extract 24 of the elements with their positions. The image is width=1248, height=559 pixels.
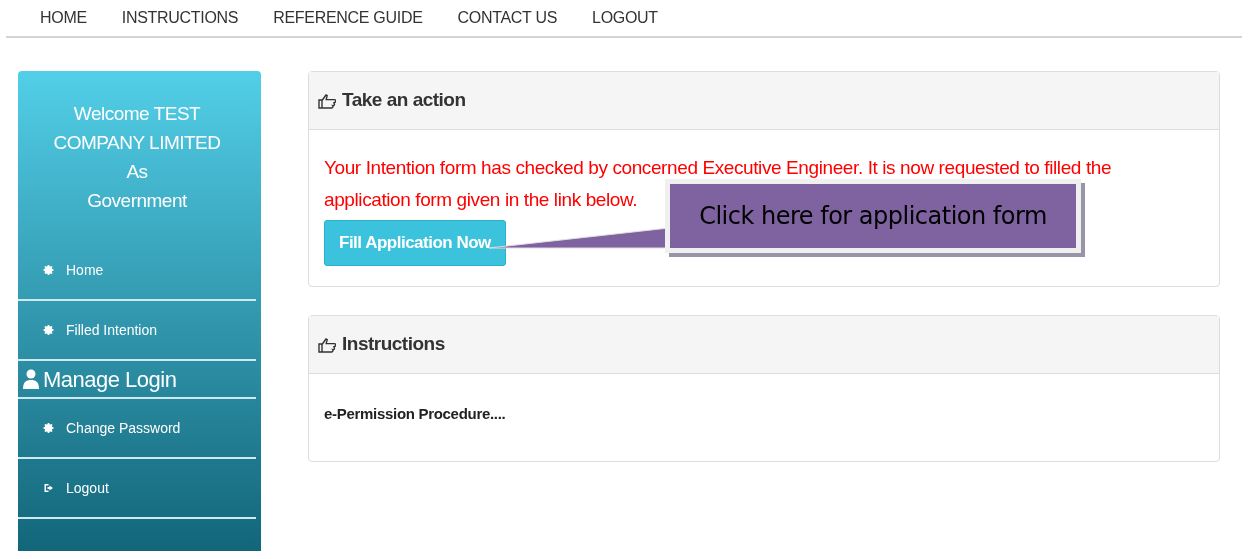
pointing-hand-icon: [318, 336, 336, 353]
welcome-text: Welcome TEST: [73, 102, 201, 126]
sidebar-heading: Manage Login: [43, 365, 177, 394]
nav-link[interactable]: REFERENCE GUIDE: [273, 6, 423, 30]
sidebar-link[interactable]: Change Password: [18, 399, 256, 459]
instructions-text: e-Permission Procedure....: [324, 405, 506, 422]
notice-text: application form given in the link below.: [324, 188, 638, 212]
nav-link[interactable]: HOME: [40, 6, 87, 30]
nav-link[interactable]: INSTRUCTIONS: [121, 6, 239, 30]
sign-out-icon: [43, 482, 55, 494]
nav-link[interactable]: CONTACT US: [457, 6, 558, 30]
welcome-text: Government: [87, 189, 187, 213]
sidebar-link[interactable]: Logout: [18, 459, 256, 519]
welcome-text: COMPANY LIMITED: [53, 131, 221, 155]
welcome-text: As: [126, 160, 148, 184]
gear-icon: [43, 264, 55, 276]
gear-icon: [43, 324, 55, 336]
gear-icon: [43, 422, 55, 434]
nav-link[interactable]: LOGOUT: [592, 6, 658, 30]
pointing-hand-icon: [318, 92, 336, 109]
panel-title: Take an action: [342, 88, 466, 113]
user-icon: [23, 369, 39, 389]
notice-text: Your Intention form has checked by concerned Executive Engineer. It is now requested to filled the: [324, 156, 1112, 180]
panel-title: Instructions: [342, 332, 445, 357]
